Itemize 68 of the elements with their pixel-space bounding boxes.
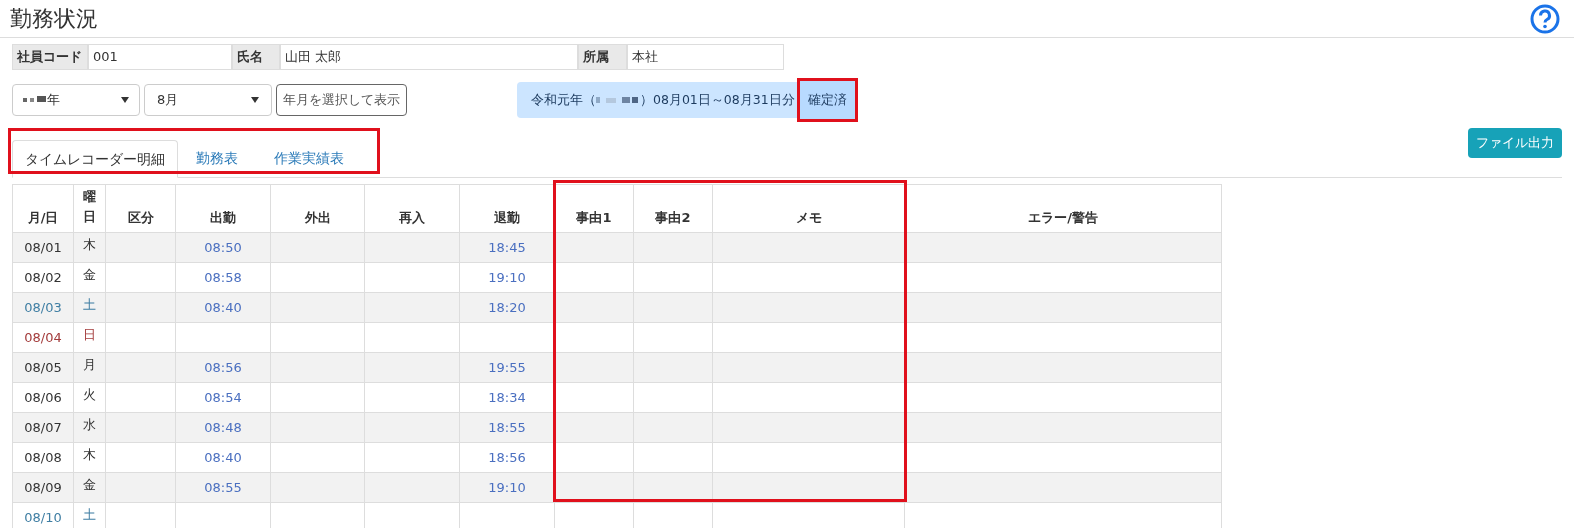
table-cell: 木: [73, 232, 106, 263]
table-cell: [105, 352, 176, 383]
table-cell: [105, 442, 176, 473]
column-header: メモ: [712, 184, 905, 233]
caret-icon: [251, 97, 259, 103]
obscured-mark: [23, 96, 47, 104]
column-header: 事由1: [554, 184, 634, 233]
column-header: 曜日: [73, 184, 106, 233]
field-label: 所属: [578, 44, 627, 70]
table-cell: 08:54: [175, 382, 271, 413]
table-cell: 08:56: [175, 352, 271, 383]
table-cell: 08:55: [175, 472, 271, 503]
show-button[interactable]: 年月を選択して表示: [276, 84, 407, 116]
table-cell: [105, 382, 176, 413]
table-cell: 08/10: [12, 502, 74, 528]
column-header: 出勤: [175, 184, 271, 233]
table-cell: 月: [73, 352, 106, 383]
field-value: 本社: [627, 44, 784, 70]
table-cell: [105, 232, 176, 263]
table-cell: [105, 262, 176, 293]
table-cell: 08/09: [12, 472, 74, 503]
help-icon[interactable]: [1530, 3, 1560, 34]
column-header: 月/日: [12, 184, 74, 233]
tab[interactable]: タイムレコーダー明細: [12, 140, 178, 178]
tab[interactable]: 勤務表: [178, 139, 256, 177]
table-cell: 08/01: [12, 232, 74, 263]
table-cell: [105, 472, 176, 503]
column-header: 外出: [270, 184, 365, 233]
table-cell: 金: [73, 262, 106, 293]
status-badge: 確定済: [796, 78, 858, 122]
tab[interactable]: 作業実績表: [256, 139, 362, 177]
table-cell: 木: [73, 442, 106, 473]
column-header: エラー/警告: [904, 184, 1222, 233]
field-label: 社員コード: [12, 44, 88, 70]
period-text: 令和元年（: [531, 90, 596, 109]
table-cell: 金: [73, 472, 106, 503]
column-header: 退勤: [459, 184, 555, 233]
column-header: 再入: [364, 184, 460, 233]
table-cell: 08/06: [12, 382, 74, 413]
table-cell: 08:48: [175, 412, 271, 443]
table-cell: 08:58: [175, 262, 271, 293]
table-cell: 08/04: [12, 322, 74, 353]
field-label: 氏名: [232, 44, 280, 70]
month-select[interactable]: 8月: [144, 84, 272, 116]
table-cell: 08/07: [12, 412, 74, 443]
table-cell: 08:40: [175, 442, 271, 473]
table-cell: 08/05: [12, 352, 74, 383]
table-cell: [105, 412, 176, 443]
table-cell: [105, 292, 176, 323]
table-cell: 08/03: [12, 292, 74, 323]
table-cell: 08:40: [175, 292, 271, 323]
column-header: 区分: [105, 184, 176, 233]
caret-icon: [121, 97, 129, 103]
field-value: 山田 太郎: [280, 44, 578, 70]
table-cell: 水: [73, 412, 106, 443]
obscured-mark: [596, 95, 640, 105]
page-title: 勤務状況: [10, 7, 98, 30]
table-cell: 08/08: [12, 442, 74, 473]
table-cell: 火: [73, 382, 106, 413]
table-cell: 08:50: [175, 232, 271, 263]
table-cell: 08/02: [12, 262, 74, 293]
year-select[interactable]: 年: [12, 84, 140, 116]
table-cell: 土: [73, 292, 106, 323]
field-value: 001: [88, 44, 232, 70]
table-cell: [105, 322, 176, 353]
column-header: 事由2: [633, 184, 713, 233]
table-cell: 日: [73, 322, 106, 353]
period-text: ）08月01日～08月31日分: [640, 90, 795, 109]
